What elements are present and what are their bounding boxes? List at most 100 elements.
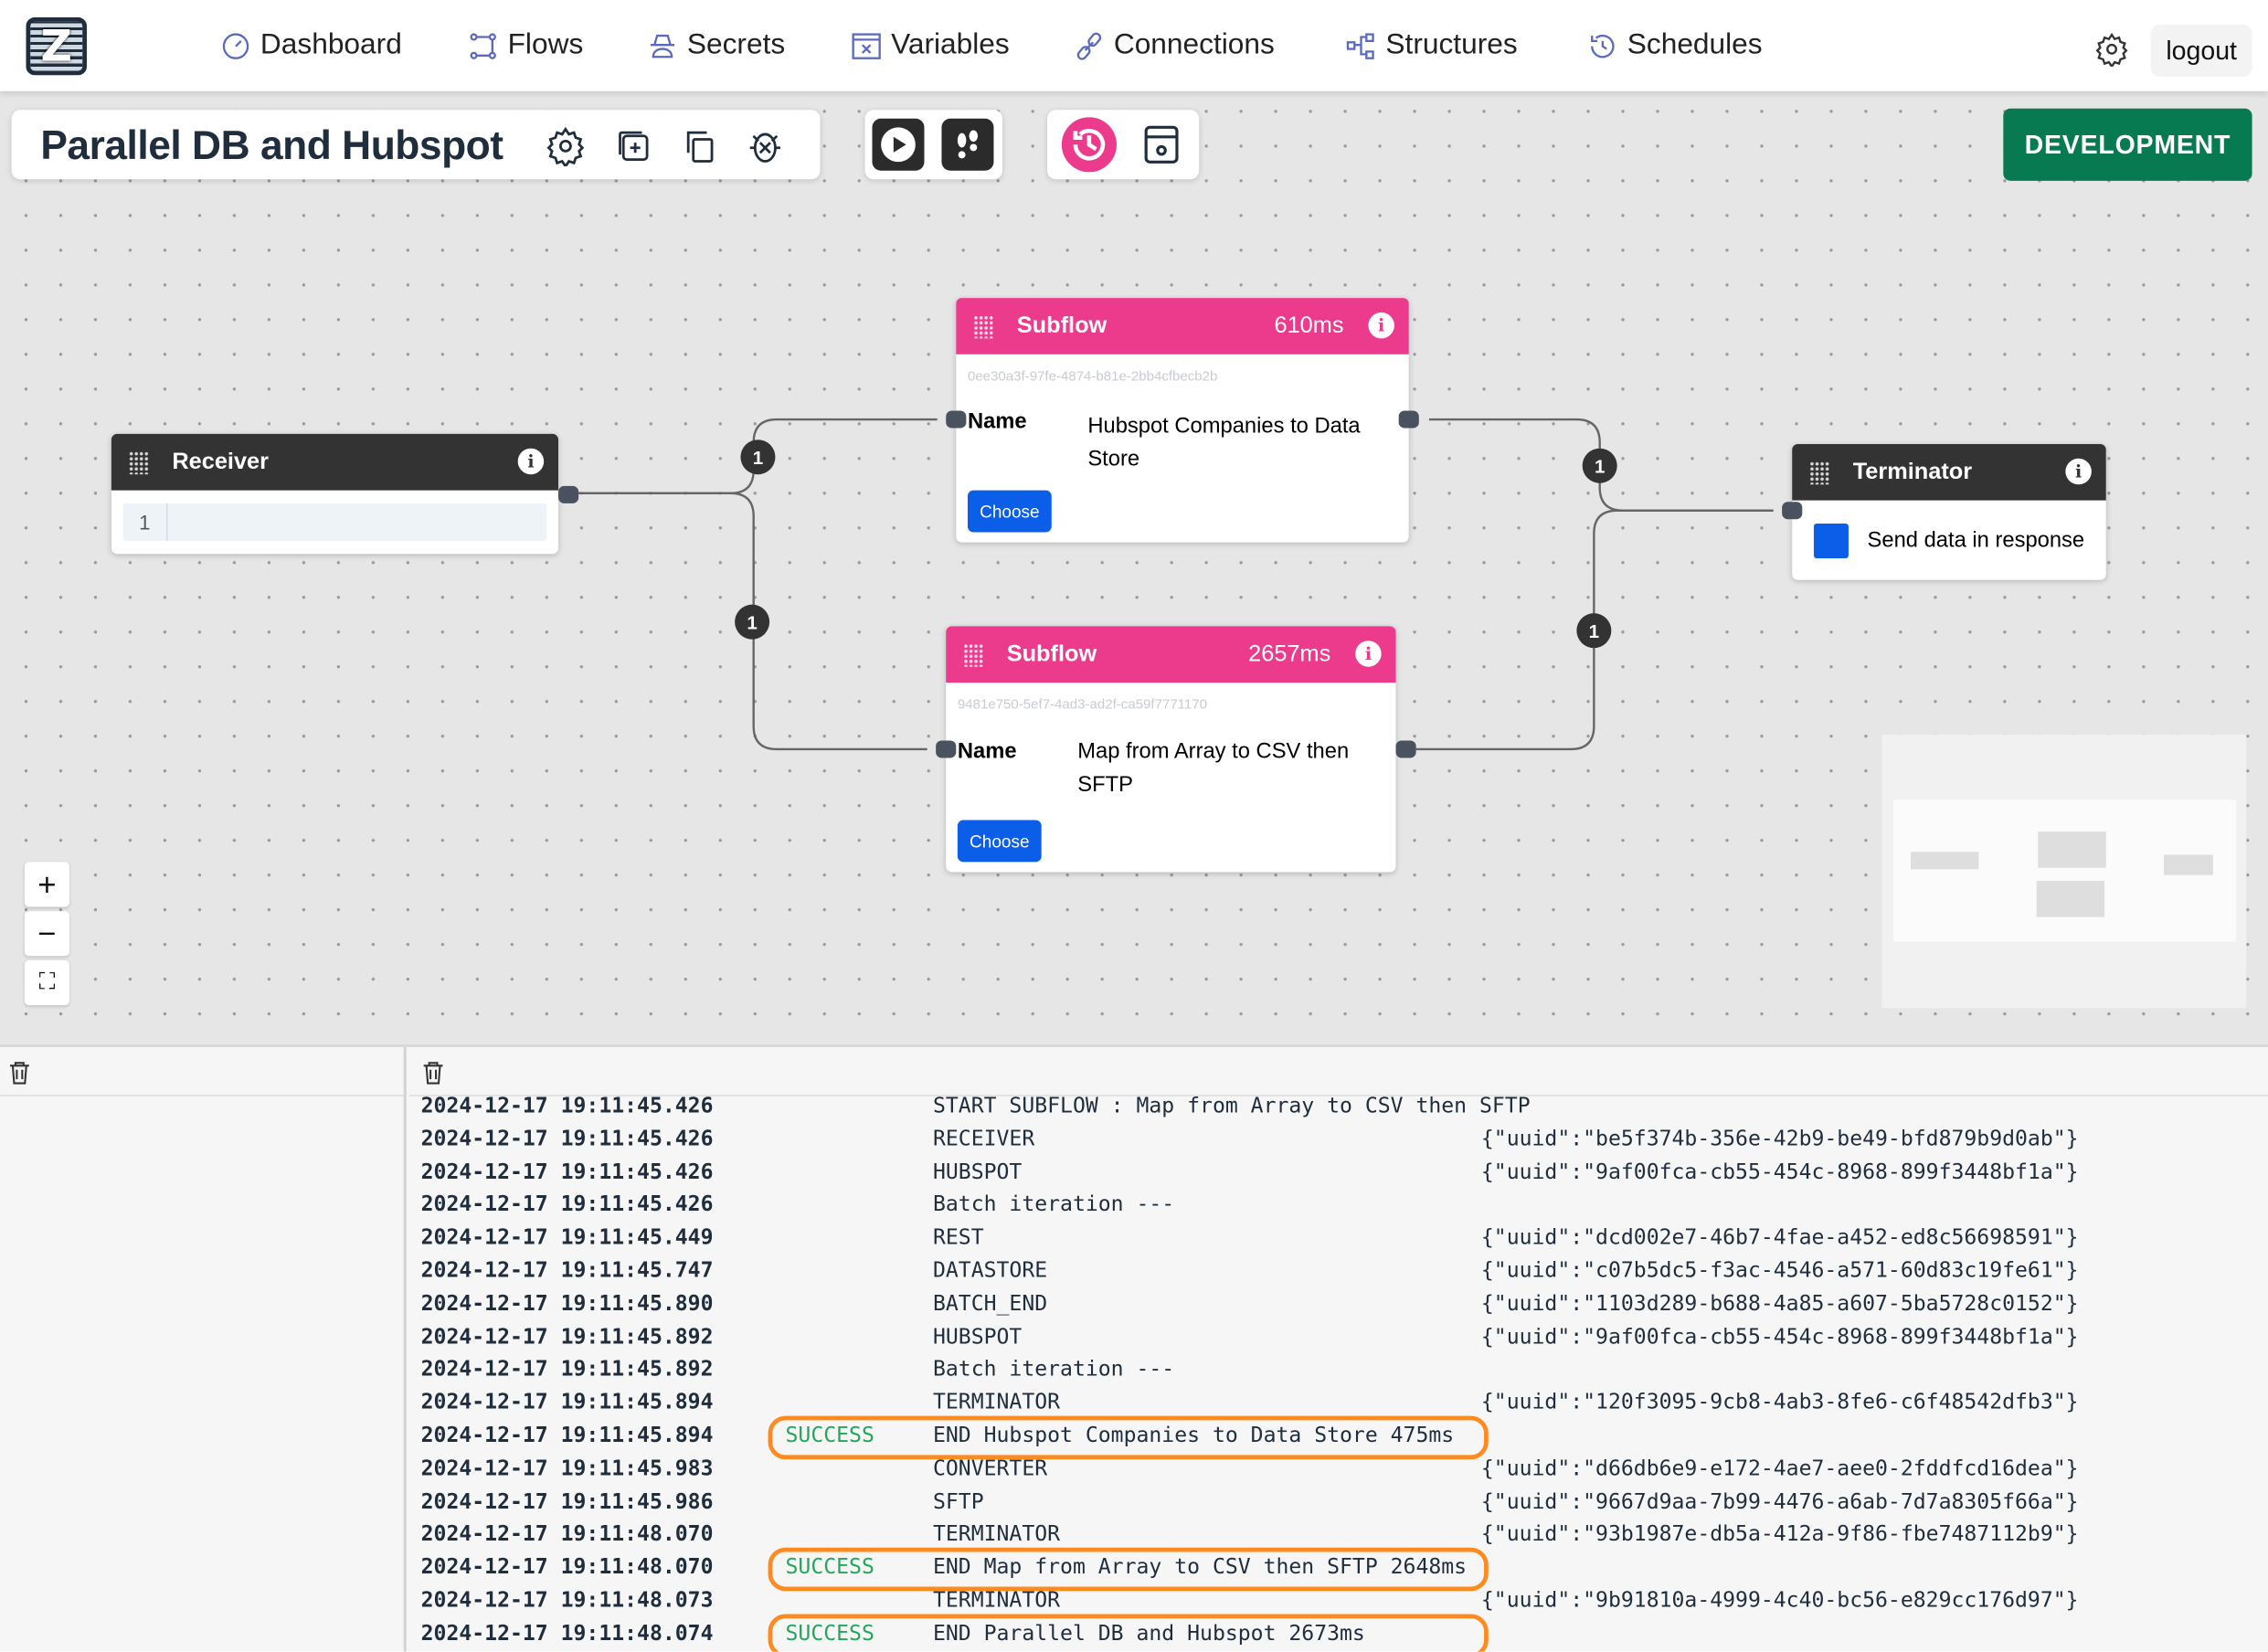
node-duration: 2657ms bbox=[1248, 641, 1331, 666]
trash-icon[interactable] bbox=[8, 1060, 30, 1085]
choose-button[interactable]: Choose bbox=[957, 820, 1042, 863]
flow-title: Parallel DB and Hubspot bbox=[40, 122, 503, 168]
top-navbar: Z Dashboard Flows Secrets Variables Conn… bbox=[0, 0, 2268, 91]
response-checkbox[interactable] bbox=[1813, 524, 1849, 558]
log-message: CONVERTER bbox=[932, 1456, 1048, 1481]
run-controls bbox=[864, 110, 1002, 180]
node-uuid: 0ee30a3f-97fe-4874-b81e-2bb4cfbecb2b bbox=[967, 368, 1218, 386]
node-title: Receiver bbox=[172, 449, 269, 474]
log-message: BATCH_END bbox=[932, 1291, 1048, 1317]
node-header[interactable]: Receiver i bbox=[111, 433, 558, 491]
drag-grip-icon[interactable] bbox=[1809, 461, 1830, 484]
info-icon[interactable]: i bbox=[1355, 641, 1382, 667]
step-run-button[interactable] bbox=[941, 118, 994, 171]
minimap-node bbox=[1911, 852, 1979, 870]
log-data: {"uuid":"9b91810a-4999-4c40-bc56-e829cc1… bbox=[1480, 1587, 2079, 1613]
nav-variables[interactable]: Variables bbox=[851, 29, 1010, 62]
receiver-node[interactable]: Receiver i 1 bbox=[111, 433, 579, 555]
terminator-node[interactable]: Terminator i Send data in response bbox=[1782, 443, 2106, 580]
node-uuid: 9481e750-5ef7-4ad3-ad2f-ca59f7771170 bbox=[957, 696, 1208, 714]
node-title: Subflow bbox=[1016, 312, 1108, 338]
node-header[interactable]: Subflow 2657ms i bbox=[946, 626, 1396, 683]
nav-connections[interactable]: Connections bbox=[1074, 29, 1275, 62]
environment-badge[interactable]: DEVELOPMENT bbox=[2003, 108, 2252, 181]
debug-bug-icon[interactable] bbox=[745, 126, 785, 166]
flow-icon bbox=[470, 32, 496, 59]
terminator-label: Send data in response bbox=[1867, 527, 2085, 553]
log-data: {"uuid":"d66db6e9-e172-4ae7-aee0-2fddfcd… bbox=[1480, 1456, 2079, 1481]
settings-icon[interactable] bbox=[546, 126, 586, 167]
duplicate-add-icon[interactable] bbox=[613, 126, 653, 166]
history-icon[interactable] bbox=[1061, 117, 1117, 173]
log-row: 2024-12-17 19:11:45.426 START SUBFLOW : M… bbox=[421, 1091, 2268, 1124]
output-handle[interactable] bbox=[557, 485, 579, 503]
log-message: REST bbox=[932, 1225, 984, 1250]
spy-icon bbox=[650, 34, 675, 58]
input-handle[interactable] bbox=[1782, 502, 1803, 520]
nav-flows[interactable]: Flows bbox=[467, 29, 583, 62]
log-data: {"uuid":"be5f374b-356e-42b9-be49-bfd879b… bbox=[1480, 1126, 2079, 1151]
node-title: Subflow bbox=[1006, 641, 1097, 666]
nav-secrets[interactable]: Secrets bbox=[647, 29, 785, 62]
history-icon bbox=[1591, 34, 1615, 58]
nav-label: Structures bbox=[1385, 28, 1518, 61]
subflow-node-2[interactable]: Subflow 2657ms i 9481e750-5ef7-4ad3-ad2f-c… bbox=[936, 626, 1416, 873]
fit-view-button[interactable]: ⛶ bbox=[24, 960, 69, 1006]
settings-gear-icon[interactable] bbox=[2094, 32, 2129, 67]
info-icon[interactable]: i bbox=[2065, 458, 2092, 485]
log-timestamp: 2024-12-17 19:11:45.426 bbox=[420, 1126, 714, 1151]
history-controls bbox=[1047, 110, 1200, 180]
info-icon[interactable]: i bbox=[1368, 312, 1394, 339]
edge-count-badge: 1 bbox=[740, 439, 776, 475]
copy-icon[interactable] bbox=[680, 126, 720, 166]
run-button[interactable] bbox=[872, 118, 925, 171]
variable-icon bbox=[852, 32, 881, 59]
nav-label: Connections bbox=[1113, 28, 1275, 61]
output-handle[interactable] bbox=[1395, 740, 1416, 758]
name-label: Name bbox=[957, 738, 1017, 764]
log-panel: 2024-12-17 19:11:45.426 START SUBFLOW : M… bbox=[0, 1043, 2268, 1652]
log-row: 2024-12-17 19:11:48.074 SUCCESS END Parall… bbox=[421, 1614, 2268, 1652]
link-icon bbox=[1076, 31, 1102, 59]
log-row: 2024-12-17 19:11:45.892 Batch iteration -… bbox=[421, 1354, 2268, 1387]
name-label: Name bbox=[967, 408, 1027, 434]
log-row: 2024-12-17 19:11:45.426 HUBSPOT {"uuid":"9… bbox=[421, 1157, 2268, 1190]
log-timestamp: 2024-12-17 19:11:48.070 bbox=[420, 1521, 714, 1547]
input-handle[interactable] bbox=[936, 740, 957, 758]
output-handle[interactable] bbox=[1398, 410, 1419, 429]
log-left-pane bbox=[0, 1047, 407, 1652]
drag-grip-icon[interactable] bbox=[973, 314, 994, 338]
subflow-name: Hubspot Companies to Data Store bbox=[1087, 413, 1361, 472]
zoom-in-button[interactable]: + bbox=[24, 862, 69, 907]
choose-button[interactable]: Choose bbox=[967, 490, 1052, 533]
log-data: {"uuid":"9667d9aa-7b99-4476-a6ab-7d7a830… bbox=[1480, 1488, 2079, 1514]
trash-icon[interactable] bbox=[422, 1060, 444, 1085]
footsteps-icon bbox=[957, 130, 979, 159]
edge-count-badge: 1 bbox=[1576, 613, 1612, 649]
minimap[interactable] bbox=[1881, 735, 2247, 1009]
info-icon[interactable]: i bbox=[517, 448, 545, 475]
save-icon[interactable] bbox=[1139, 122, 1185, 168]
app-logo[interactable]: Z bbox=[26, 16, 87, 76]
nav-schedules[interactable]: Schedules bbox=[1586, 29, 1763, 62]
log-message: SFTP bbox=[932, 1488, 984, 1514]
log-timestamp: 2024-12-17 19:11:45.449 bbox=[420, 1225, 714, 1250]
drag-grip-icon[interactable] bbox=[128, 450, 150, 474]
receiver-editor[interactable]: 1 bbox=[122, 503, 547, 542]
node-title: Terminator bbox=[1852, 459, 1973, 484]
nav-structures[interactable]: Structures bbox=[1345, 29, 1518, 62]
subflow-node-1[interactable]: Subflow 610ms i 0ee30a3f-97fe-4874-b81e-2b… bbox=[946, 298, 1419, 543]
log-data: {"uuid":"1103d289-b688-4a85-a607-5ba5728… bbox=[1480, 1291, 2079, 1317]
drag-grip-icon[interactable] bbox=[963, 642, 984, 666]
input-handle[interactable] bbox=[946, 410, 967, 429]
node-header[interactable]: Subflow 610ms i bbox=[956, 298, 1409, 355]
zoom-out-button[interactable]: − bbox=[24, 911, 69, 957]
minimap-node bbox=[2164, 854, 2213, 875]
logout-button[interactable]: logout bbox=[2150, 24, 2252, 77]
nav-dashboard[interactable]: Dashboard bbox=[220, 29, 402, 62]
line-number: 1 bbox=[123, 503, 168, 542]
edge-count-badge: 1 bbox=[1582, 448, 1617, 483]
log-row: 2024-12-17 19:11:48.070 SUCCESS END Map fr… bbox=[421, 1547, 2268, 1592]
log-row: 2024-12-17 19:11:45.986 SFTP {"uuid":"9667… bbox=[421, 1487, 2268, 1520]
node-header[interactable]: Terminator i bbox=[1792, 443, 2106, 501]
